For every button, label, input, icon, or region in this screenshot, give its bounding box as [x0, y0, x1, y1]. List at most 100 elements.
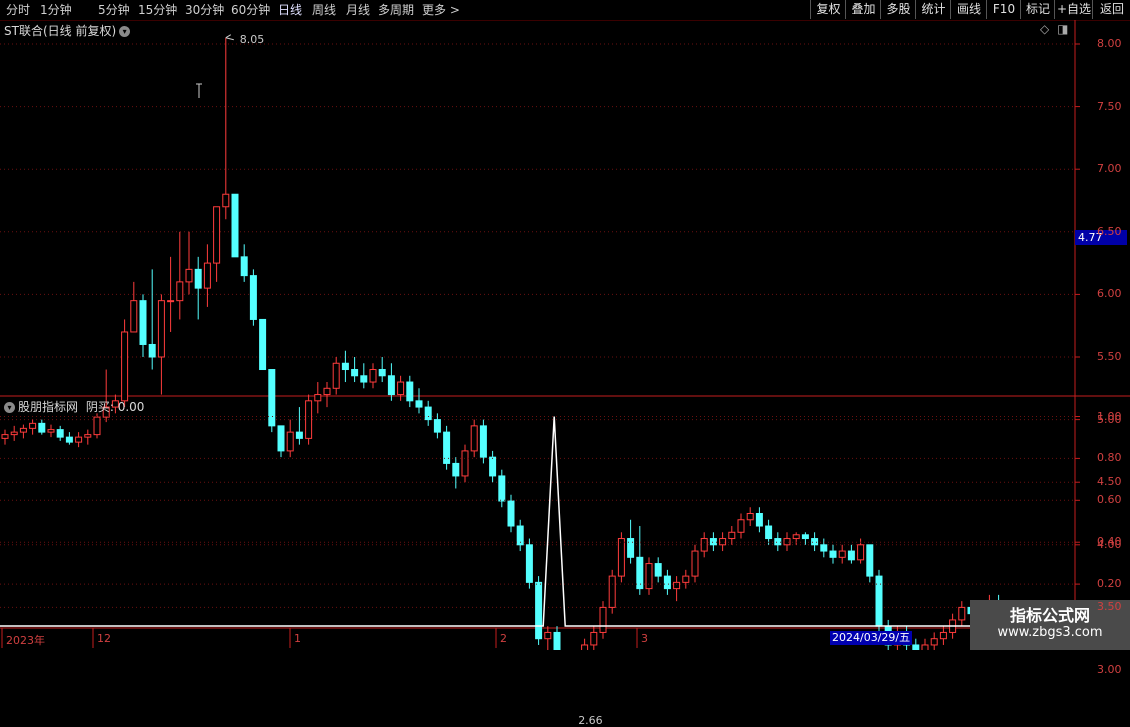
high-marker-arrow [225, 34, 234, 41]
candle-body [203, 262, 211, 289]
candle-body [277, 425, 285, 452]
candle-body [286, 431, 294, 452]
candle-body [213, 206, 221, 264]
main-chart-title-row: ST联合(日线 前复权) ▾ [4, 22, 131, 39]
candle-body [599, 606, 607, 633]
candle [875, 569, 883, 633]
candle-body [397, 381, 405, 396]
candle [10, 425, 18, 441]
panel-toggle-icon[interactable]: ◨ [1057, 22, 1068, 36]
candle-body [930, 638, 938, 646]
candle [286, 419, 294, 458]
candle [295, 407, 303, 445]
candle-body [351, 369, 359, 377]
candle-body [921, 644, 929, 650]
candle [47, 424, 55, 438]
candle-body [332, 362, 340, 389]
candle-body [700, 538, 708, 552]
candle-body [249, 275, 257, 320]
candle [378, 357, 386, 383]
candle [921, 638, 929, 650]
chevron-down-icon[interactable]: ▾ [119, 26, 131, 37]
candle [406, 375, 414, 408]
candle-body [654, 563, 662, 577]
candle [682, 569, 690, 589]
candle-body [65, 436, 73, 443]
candle-body [544, 631, 552, 640]
candle [544, 626, 552, 650]
candle [645, 557, 653, 595]
candle [213, 206, 221, 282]
candle-body [406, 381, 414, 402]
candle [470, 419, 478, 458]
candle-body [387, 375, 395, 396]
candle [75, 432, 83, 448]
candle-body [489, 456, 497, 477]
candle-body [369, 369, 377, 383]
candle [56, 425, 64, 441]
candle [203, 244, 211, 307]
x-axis-label: 2 [500, 632, 507, 645]
indicator-tick-label: 1.00 [1097, 409, 1122, 423]
candle-body [452, 462, 460, 477]
candle-body [617, 538, 625, 577]
candle-body [194, 268, 202, 289]
main-chart-title: ST联合(日线 前复权) [4, 24, 117, 38]
candle-body [498, 475, 506, 502]
candle-body [608, 575, 616, 608]
candle [719, 532, 727, 552]
candle-body [645, 563, 653, 590]
candle-body [470, 425, 478, 452]
candle-body [709, 538, 717, 546]
indicator-title: 股朋指标网 [18, 400, 79, 414]
price-tick-label: 6.50 [1097, 224, 1122, 238]
candle-body [857, 544, 865, 561]
candle [443, 425, 451, 470]
candle-body [341, 362, 349, 371]
price-tick-label: 7.00 [1097, 162, 1122, 176]
candle [581, 638, 589, 650]
indicator-tick-label: 0.60 [1097, 493, 1122, 507]
candle [433, 413, 441, 439]
candle [599, 601, 607, 639]
x-axis-label: 2023年 [6, 634, 45, 647]
candle [194, 256, 202, 320]
candle-body [47, 429, 55, 433]
candle-body [139, 300, 147, 345]
candle [1, 429, 9, 445]
chevron-down-icon[interactable]: ▾ [4, 402, 15, 413]
candle-body [829, 550, 837, 558]
candle [535, 576, 543, 645]
candle [240, 244, 248, 282]
diamond-icon[interactable]: ◇ [1040, 22, 1049, 36]
candle-body [783, 538, 791, 546]
candle-body [590, 631, 598, 646]
candle [479, 419, 487, 464]
candle [139, 294, 147, 357]
candle-body [728, 531, 736, 540]
candle [29, 419, 37, 435]
indicator-tick-label: 0.40 [1097, 535, 1122, 549]
candle [323, 382, 331, 408]
price-tick-label: 8.00 [1097, 37, 1122, 50]
candle [709, 532, 717, 552]
watermark-line2: www.zbgs3.com [997, 625, 1103, 640]
indicator-tick-label: 0.20 [1097, 577, 1122, 591]
candle-body [581, 644, 589, 650]
candle-body [38, 422, 46, 433]
candle-body [636, 556, 644, 590]
candle [774, 532, 782, 552]
candle [847, 544, 855, 564]
price-tick-label: 5.50 [1097, 350, 1122, 363]
candle [231, 193, 239, 258]
candle-body [755, 513, 763, 527]
price-tick-label: 6.00 [1097, 287, 1122, 301]
price-tick-label: 7.50 [1097, 99, 1122, 113]
candle [792, 532, 800, 545]
candle-body [323, 387, 331, 396]
candle [608, 569, 616, 614]
candle [369, 363, 377, 389]
candle [663, 569, 671, 595]
candle-body [535, 581, 543, 640]
candle-body [176, 281, 184, 302]
